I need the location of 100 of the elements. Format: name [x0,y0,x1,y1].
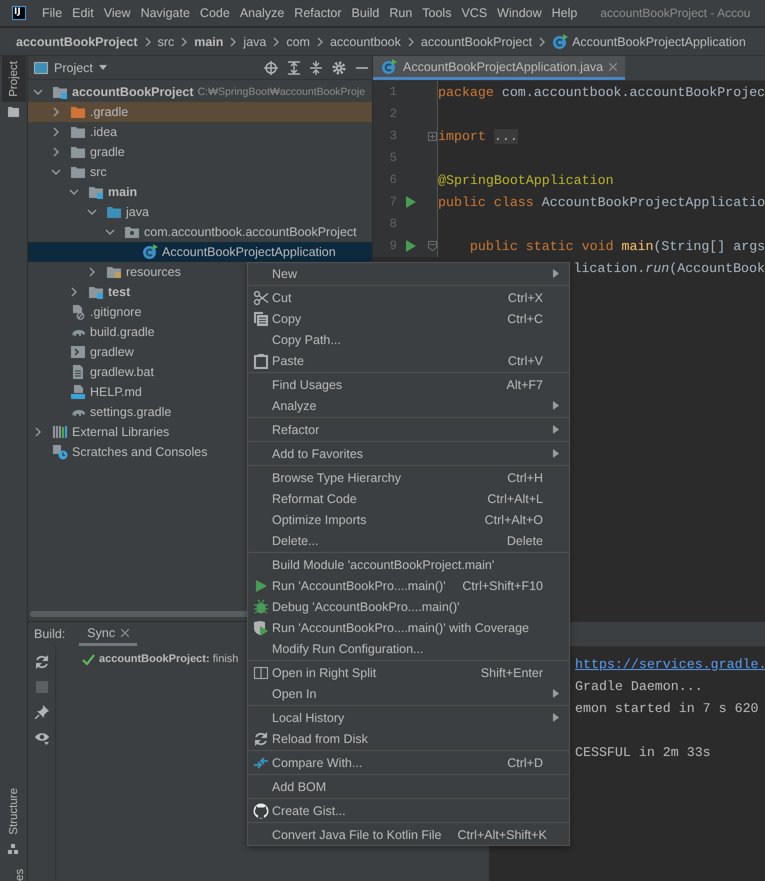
menu-item[interactable]: Browse Type Hierarchy Ctrl+H [248,467,569,488]
run-gutter-icon[interactable] [406,196,416,208]
compare-arrows-icon [252,754,268,770]
menu-item[interactable]: Convert Java File to Kotlin File Ctrl+Alt+Shift+K [248,824,569,845]
menu-item[interactable]: Build [346,3,384,23]
shield-play-icon [252,620,268,636]
folder-icon [70,164,86,180]
fold-minus-icon[interactable] [428,241,437,251]
run-gutter-icon[interactable] [406,240,416,252]
tree-item[interactable]: AccountBookProjectApplication [28,242,372,262]
chevron-right-icon[interactable] [34,427,42,437]
menu-item[interactable]: Modify Run Configuration... [248,638,569,659]
settings-icon[interactable] [332,60,346,74]
menu-item[interactable]: Build Module 'accountBookProject.main' [248,554,569,575]
tree-item[interactable]: gradle [28,142,372,162]
breadcrumb-item[interactable]: java [243,34,266,48]
tree-item[interactable]: main [28,182,372,202]
menu-item[interactable]: Run 'AccountBookPro....main()' Ctrl+Shift+F10 [248,575,569,596]
build-status[interactable]: accountBookProject: finish [99,653,238,665]
tree-item[interactable]: com.accountbook.accountBookProject [28,222,372,242]
console-link[interactable]: https://services.gradle. [575,656,765,672]
refresh-icon[interactable] [34,655,48,669]
menu-item[interactable]: Add to Favorites [248,443,569,464]
folder-icon [8,106,19,117]
menu-item[interactable]: Code [194,3,235,23]
menu-item[interactable]: Edit [67,3,99,23]
chevron-down-icon[interactable] [33,88,43,96]
breadcrumb-item[interactable]: accountBookProject [420,34,532,48]
menu-item[interactable]: File [37,3,68,23]
breadcrumb-item[interactable]: accountbook [330,34,401,48]
chevron-down-icon[interactable] [87,208,97,216]
breadcrumb-item[interactable]: com [286,34,310,48]
menu-item[interactable]: Debug 'AccountBookPro....main()' [248,596,569,617]
menu-item[interactable]: View [98,3,136,23]
menu-item[interactable]: Analyze [234,3,290,23]
chevron-right-icon[interactable] [52,147,60,157]
keyboard-shortcut: Ctrl+Alt+Shift+K [458,828,547,842]
menu-item[interactable]: Find Usages Alt+F7 [248,374,569,395]
menu-item[interactable]: Run [384,3,418,23]
menu-item[interactable]: Navigate [136,3,195,23]
menu-item[interactable]: VCS [456,3,492,23]
menu-item[interactable]: Add BOM [248,776,569,797]
menu-item[interactable]: Delete... Delete [248,530,569,551]
menu-item[interactable]: Open in Right Split Shift+Enter [248,662,569,683]
menu-item[interactable]: Optimize Imports Ctrl+Alt+O [248,509,569,530]
tree-item[interactable]: accountBookProject C:₩SpringBoot₩accountBookProje [28,82,372,102]
chevron-right-icon[interactable] [70,287,78,297]
editor-tab[interactable]: AccountBookProjectApplication.java [373,56,626,80]
ignored-file-icon [70,304,86,320]
tree-item[interactable]: src [28,162,372,182]
breadcrumb-separator-icon [406,36,415,46]
chevron-down-icon[interactable] [105,228,115,236]
fold-plus-icon[interactable] [428,132,437,140]
menu-item[interactable]: Analyze [248,395,569,416]
menu-item[interactable]: Refactor [289,3,347,23]
chevron-right-icon[interactable] [52,127,60,137]
menu-item[interactable]: Create Gist... [248,800,569,821]
chevron-down-icon[interactable] [69,188,79,196]
tree-item[interactable]: java [28,202,372,222]
menu-item[interactable]: Reformat Code Ctrl+Alt+L [248,488,569,509]
bug-icon [252,598,268,614]
app-logo[interactable]: IJ [12,6,26,20]
panel-tab[interactable]: Sync [79,626,138,646]
menu-item[interactable]: Copy Path... [248,329,569,350]
menu-item[interactable]: Run 'AccountBookPro....main()' with Coverage [248,617,569,638]
close-icon[interactable] [609,62,618,70]
breadcrumb-item[interactable]: AccountBookProjectApplication [552,34,746,50]
code-line: @SpringBootApplication [438,172,614,188]
tool-window-tab[interactable]: es [2,859,26,881]
tree-item[interactable]: .gradle [28,102,372,122]
menu-item[interactable]: Local History [248,707,569,728]
tree-item[interactable]: .idea [28,122,372,142]
breadcrumb-item[interactable]: src [158,34,174,48]
breadcrumb-item[interactable]: main [194,34,224,48]
menu-item[interactable]: Open In [248,683,569,704]
menu-item[interactable]: Help [546,3,582,23]
project-path: C:₩SpringBoot₩accountBookProje [198,86,366,98]
close-icon[interactable] [121,629,130,637]
chevron-right-icon[interactable] [52,107,60,117]
chevron-down-icon[interactable] [51,168,61,176]
crosshair-icon[interactable] [264,60,278,74]
menu-item[interactable]: Window [492,3,547,23]
menu-item[interactable]: New [248,263,569,284]
menu-item[interactable]: Compare With... Ctrl+D [248,752,569,773]
tool-window-tab[interactable]: Structure [2,783,26,840]
expand-all-icon[interactable] [288,60,300,74]
menu-item[interactable]: Reload from Disk [248,728,569,749]
breadcrumb-item[interactable]: accountBookProject [16,34,138,48]
view-selector[interactable]: Project [34,60,107,74]
collapse-all-icon[interactable] [310,60,322,74]
pin-icon[interactable] [34,705,48,719]
eye-icon[interactable] [34,731,50,745]
tool-window-tab[interactable]: Project [2,56,26,102]
menu-item[interactable]: Tools [417,3,456,23]
chevron-right-icon[interactable] [88,267,96,277]
menu-item[interactable]: Copy Ctrl+C [248,308,569,329]
keyboard-shortcut: Ctrl+C [507,312,543,326]
menu-item[interactable]: Paste Ctrl+V [248,350,569,371]
menu-item[interactable]: Cut Ctrl+X [248,287,569,308]
menu-item[interactable]: Refactor [248,419,569,440]
